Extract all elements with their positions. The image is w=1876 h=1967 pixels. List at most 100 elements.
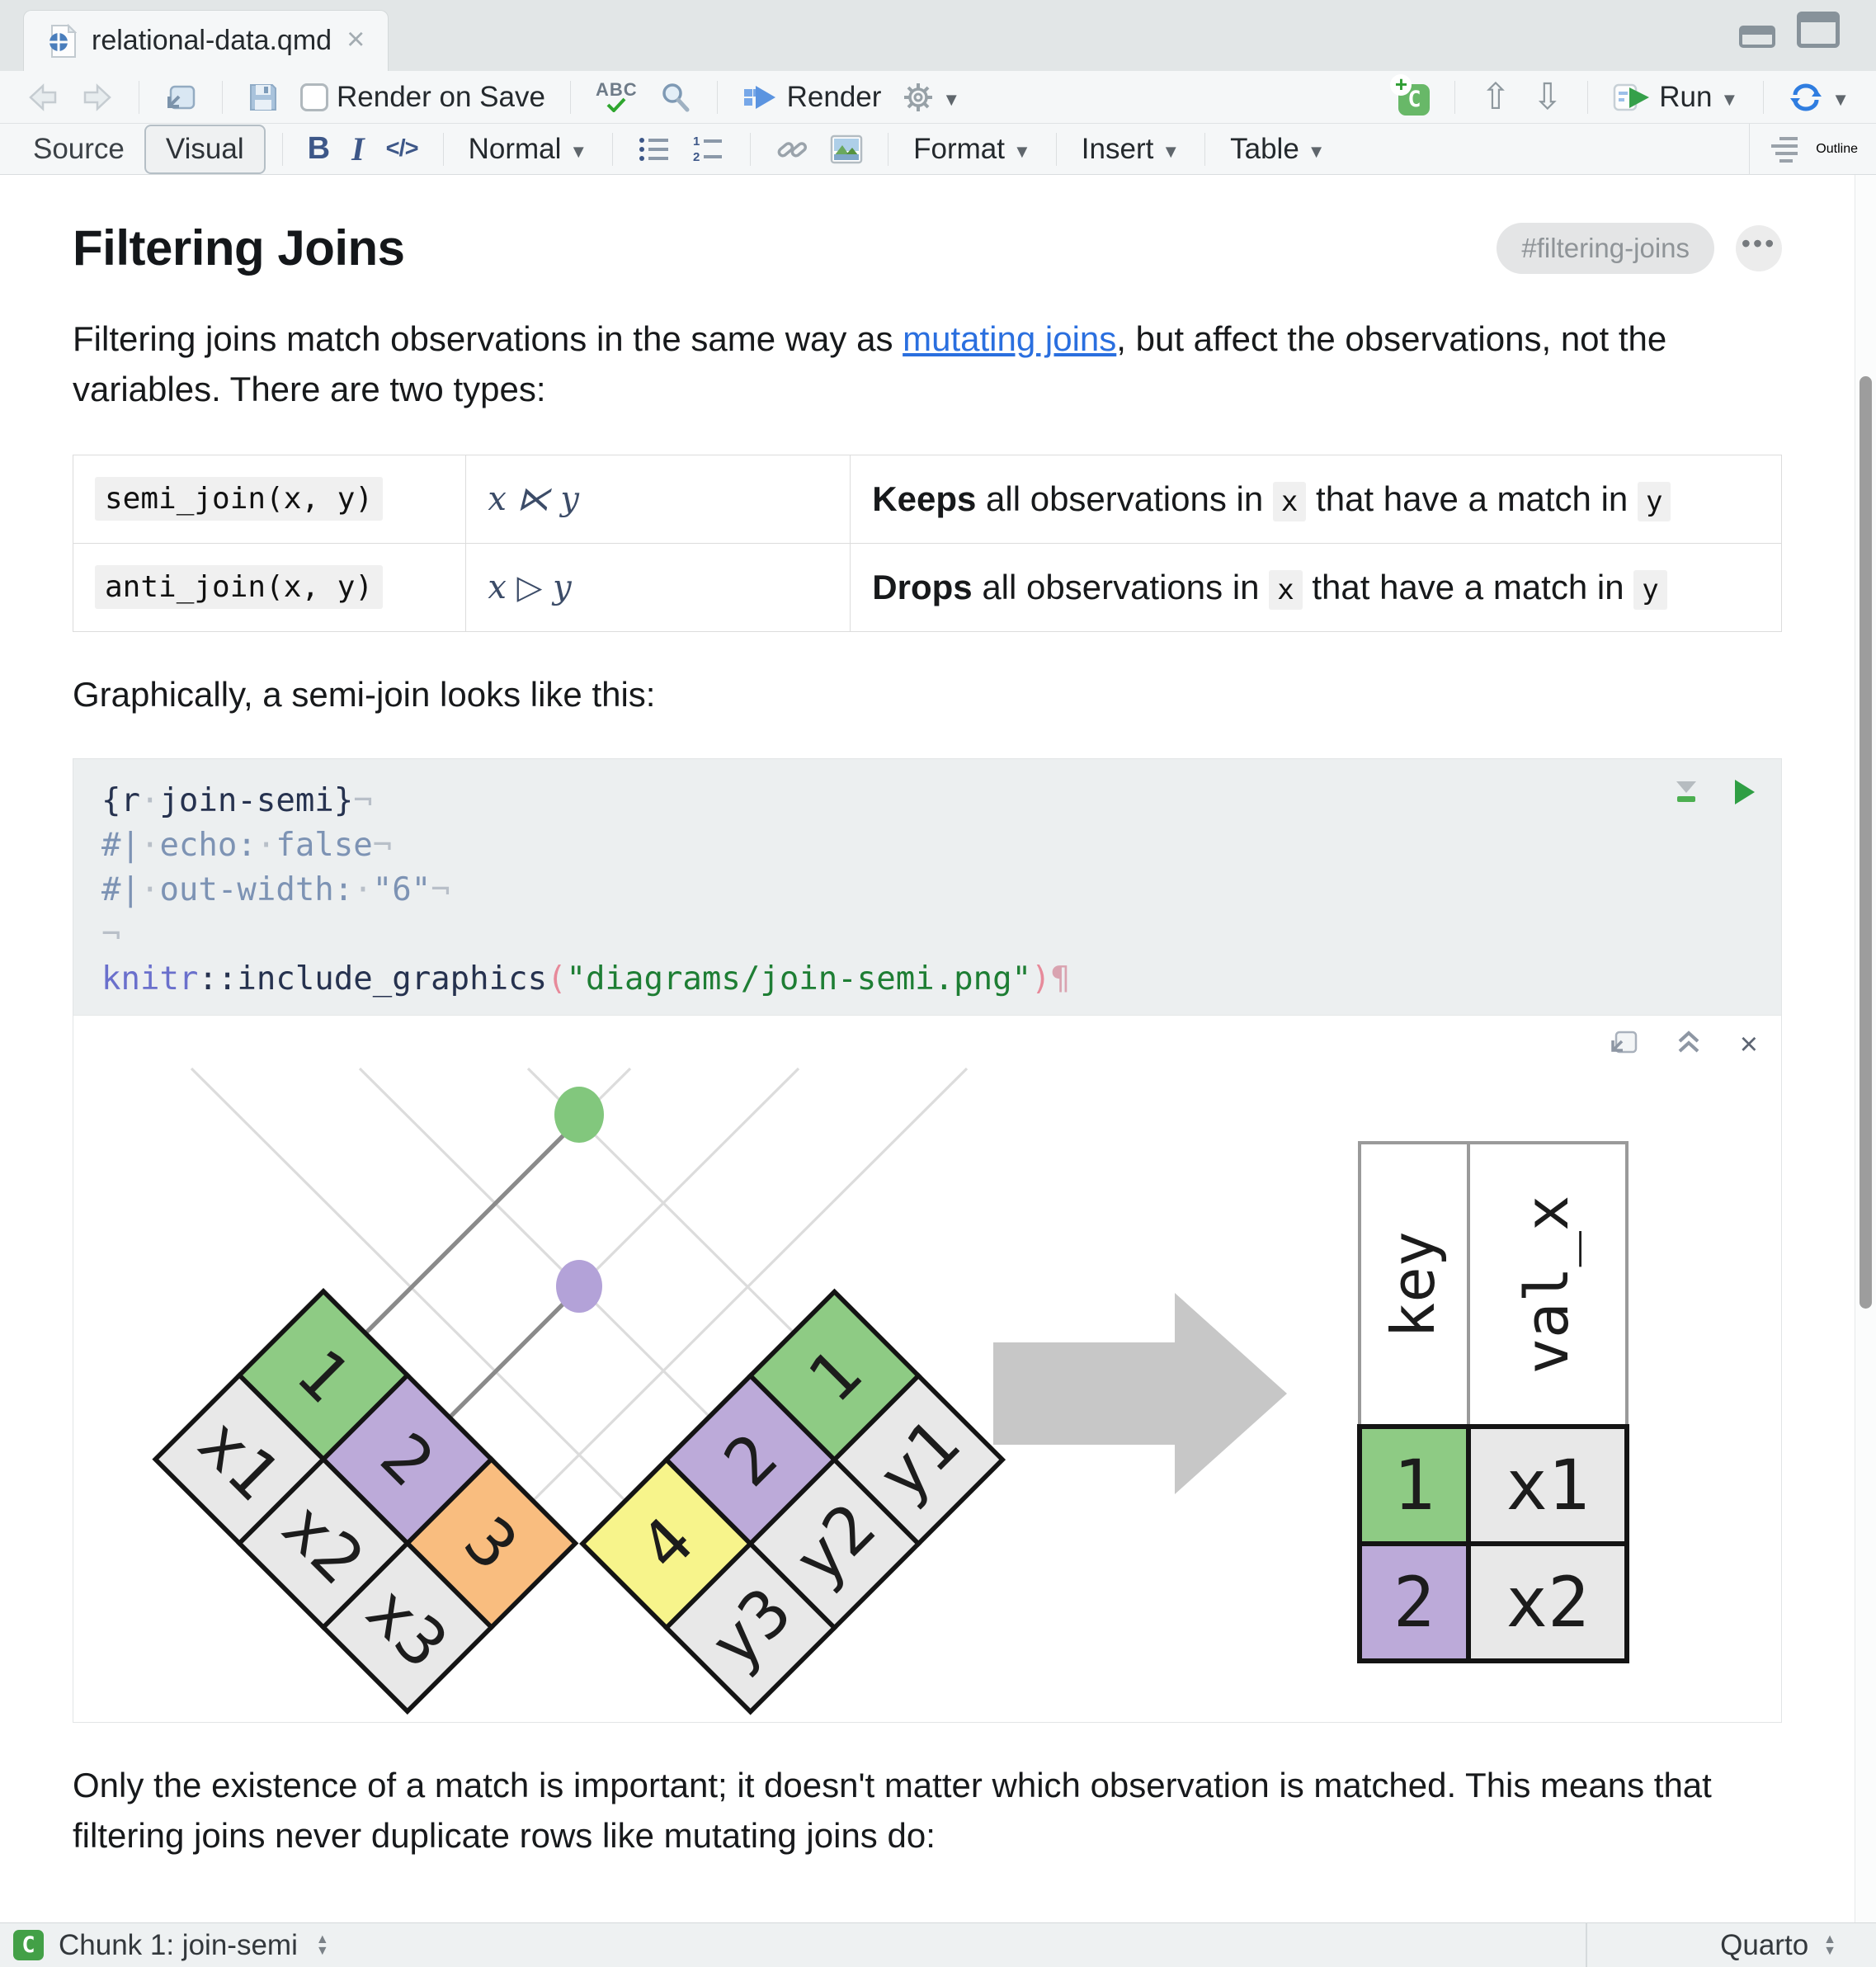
chevron-down-icon: ▼ <box>569 140 588 162</box>
up-arrow-icon: ⇧ <box>1480 77 1511 117</box>
join-types-table: semi_join(x, y) x ⋉ y Keeps all observat… <box>72 454 1782 632</box>
chunk-source[interactable]: {r·join-semi}¬ #|·echo:·false¬ #|·out-wi… <box>73 759 1781 1015</box>
insert-chunk-button[interactable]: C + <box>1385 72 1438 119</box>
run-chunk-button[interactable] <box>1732 774 1756 818</box>
insert-menu[interactable]: Insert ▼ <box>1073 130 1188 169</box>
chunk-output: × 1 2 3 x1 x2 x3 4 2 1 y3 y2 y1 key val_… <box>73 1014 1781 1722</box>
status-bar: C Chunk 1: join-semi ▲ ▼ Quarto ▲ ▼ <box>0 1922 1876 1967</box>
format-menu[interactable]: Format ▼ <box>905 130 1039 169</box>
section-options-button[interactable]: ••• <box>1736 224 1782 271</box>
document-content: Filtering Joins #filtering-joins ••• Fil… <box>0 175 1876 1861</box>
close-output-icon[interactable]: × <box>1740 1029 1758 1060</box>
spellcheck-button[interactable]: ABC <box>587 78 646 116</box>
run-above-icon <box>1676 781 1696 802</box>
maximize-icon[interactable] <box>1797 12 1840 48</box>
svg-text:2: 2 <box>1393 1562 1435 1643</box>
search-icon <box>662 83 690 111</box>
code-format-button[interactable]: </> <box>378 132 427 166</box>
navigate-next-chunk-button[interactable]: ⇩ <box>1524 73 1571 121</box>
spellcheck-icon: ABC <box>596 80 638 113</box>
chunk-line: ¬ <box>101 915 121 953</box>
result-arrow <box>993 1292 1287 1494</box>
code-chunk: {r·join-semi}¬ #|·echo:·false¬ #|·out-wi… <box>73 757 1782 1723</box>
chevron-down-icon: ▼ <box>1831 88 1850 110</box>
render-settings-button[interactable]: ▼ <box>894 78 969 116</box>
show-in-new-window-button[interactable] <box>1610 1029 1638 1059</box>
rerun-button[interactable]: ▼ <box>1780 78 1858 116</box>
anti-join-code: anti_join(x, y) <box>95 565 384 610</box>
insert-link-button[interactable] <box>767 131 817 167</box>
insert-image-button[interactable] <box>822 131 871 167</box>
rstudio-window: relational-data.qmd × Render on Save ABC… <box>0 0 1876 1967</box>
render-label: Render <box>786 80 882 113</box>
editor-pane: Filtering Joins #filtering-joins ••• Fil… <box>0 175 1876 1922</box>
bullet-list-button[interactable] <box>629 132 679 167</box>
minimize-icon[interactable] <box>1739 26 1775 48</box>
down-arrow-icon: ⇩ <box>1532 77 1563 117</box>
save-button[interactable] <box>239 78 287 116</box>
navigate-prev-chunk-button[interactable]: ⇧ <box>1472 73 1519 121</box>
mutating-joins-link[interactable]: mutating joins <box>903 319 1116 358</box>
render-on-save-label: Render on Save <box>337 80 545 113</box>
svg-text:1: 1 <box>1393 1445 1435 1526</box>
svg-text:2: 2 <box>693 150 700 163</box>
gear-icon <box>904 83 933 111</box>
anti-join-description: Drops all observations in x that have a … <box>850 542 1782 632</box>
tab-close-icon[interactable]: × <box>346 24 365 55</box>
match-dot-green <box>554 1086 604 1143</box>
chunk-line: #|·echo:·false¬ <box>101 826 393 864</box>
scrollbar-thumb[interactable] <box>1860 376 1872 1309</box>
table-menu[interactable]: Table ▼ <box>1222 130 1333 169</box>
back-arrow-icon <box>29 83 57 111</box>
numbered-list-button[interactable]: 1 2 <box>684 132 733 167</box>
match-dot-purple <box>556 1259 602 1313</box>
outline-toggle[interactable]: Outline <box>1749 123 1858 175</box>
render-icon <box>743 85 775 109</box>
render-on-save-toggle[interactable]: Render on Save <box>292 78 554 117</box>
paragraph-style-select[interactable]: Normal ▼ <box>460 130 596 169</box>
render-button[interactable]: Render <box>734 78 890 117</box>
outline-label: Outline <box>1816 141 1858 156</box>
chevron-down-icon: ▼ <box>1162 140 1181 162</box>
render-on-save-checkbox[interactable] <box>300 83 328 111</box>
join-semi-diagram: 1 2 3 x1 x2 x3 4 2 1 y3 y2 y1 key val_x … <box>152 1067 1629 1715</box>
chunk-line: #|·out-width:·"6"¬ <box>101 870 450 908</box>
svg-text:1: 1 <box>693 135 700 149</box>
bullet-list-icon <box>639 137 669 161</box>
chevron-up-double-icon <box>1678 1031 1699 1053</box>
forward-arrow-icon <box>83 83 111 111</box>
link-icon <box>777 141 808 158</box>
visual-mode-button[interactable]: Visual <box>144 124 266 174</box>
forward-button[interactable] <box>73 79 122 116</box>
bold-icon: B <box>307 131 331 166</box>
chevron-down-icon: ▼ <box>942 88 961 110</box>
run-label: Run <box>1659 80 1713 113</box>
open-in-new-window-button[interactable] <box>156 78 205 116</box>
table-row-anti-join[interactable]: anti_join(x, y) x ▷ y Drops all observat… <box>72 542 1782 632</box>
svg-text:x1: x1 <box>1506 1445 1589 1526</box>
document-mode-selector[interactable]: Quarto ▲ ▼ <box>1586 1923 1876 1967</box>
collapse-output-button[interactable] <box>1676 1030 1702 1059</box>
tab-bar: relational-data.qmd × <box>0 0 1876 71</box>
vertical-scrollbar[interactable] <box>1855 175 1876 1922</box>
table-row-semi-join[interactable]: semi_join(x, y) x ⋉ y Keeps all observat… <box>72 454 1782 544</box>
insert-chunk-icon: C + <box>1390 72 1431 116</box>
tab-relational-data[interactable]: relational-data.qmd × <box>23 10 389 71</box>
chunk-navigate-icon[interactable]: ▲ ▼ <box>316 1932 329 1957</box>
mode-label: Quarto <box>1720 1928 1809 1961</box>
main-toolbar: Render on Save ABC Render ▼ C + ⇧ ⇩ Run … <box>0 71 1876 124</box>
page-title: Filtering Joins <box>73 220 405 276</box>
italic-button[interactable]: I <box>343 126 373 172</box>
bold-button[interactable]: B <box>299 128 338 170</box>
find-replace-button[interactable] <box>651 78 700 117</box>
chunk-status-label[interactable]: Chunk 1: join-semi <box>59 1929 298 1962</box>
source-mode-button[interactable]: Source <box>18 126 139 172</box>
chunk-line: knitr::include_graphics("diagrams/join-s… <box>101 960 1071 998</box>
quarto-file-icon <box>49 23 77 58</box>
run-button[interactable]: Run ▼ <box>1605 78 1746 117</box>
run-chunks-above-button[interactable] <box>1672 774 1700 818</box>
svg-text:x2: x2 <box>1506 1562 1589 1643</box>
back-button[interactable] <box>18 79 68 116</box>
save-icon <box>250 83 276 111</box>
image-icon <box>830 134 863 163</box>
